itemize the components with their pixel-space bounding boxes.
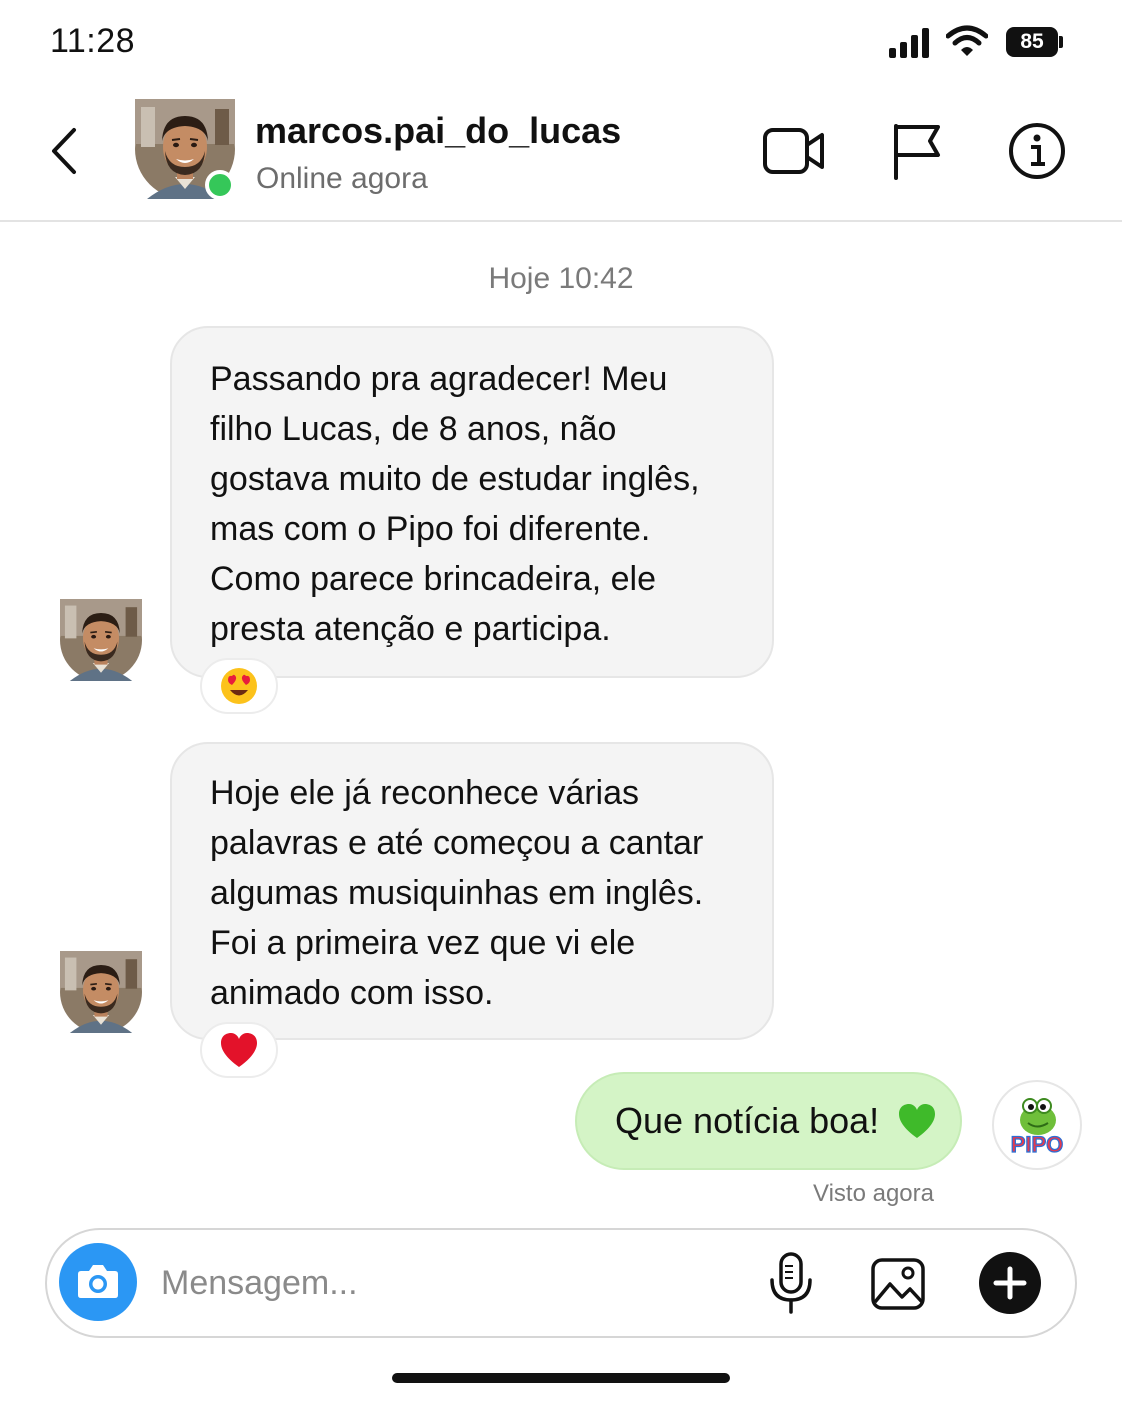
- pipo-logo: PIPO: [1010, 1098, 1064, 1158]
- message-reaction[interactable]: [200, 658, 278, 714]
- video-camera-icon[interactable]: [762, 122, 826, 180]
- online-status-dot: [205, 170, 235, 200]
- plus-icon: [993, 1266, 1027, 1300]
- incoming-message-bubble[interactable]: Passando pra agradecer! Meu filho Lucas,…: [170, 326, 774, 678]
- outgoing-message-bubble[interactable]: Que notícia boa!: [575, 1072, 962, 1170]
- status-bar: 11:28 85: [0, 0, 1122, 86]
- home-indicator[interactable]: [392, 1373, 730, 1383]
- battery-tip: [1059, 36, 1063, 48]
- red-heart-emoji-icon: [221, 1033, 257, 1067]
- info-icon[interactable]: [1006, 122, 1070, 180]
- contact-name[interactable]: marcos.pai_do_lucas: [255, 110, 621, 152]
- microphone-icon[interactable]: [767, 1252, 815, 1314]
- incoming-message-bubble[interactable]: Hoje ele já reconhece várias palavras e …: [170, 742, 774, 1040]
- seen-status: Visto agora: [813, 1180, 934, 1207]
- image-gallery-icon[interactable]: [870, 1257, 926, 1311]
- sender-avatar[interactable]: [60, 599, 142, 681]
- status-time: 11:28: [50, 22, 136, 60]
- battery-icon: 85: [1006, 27, 1058, 57]
- camera-icon: [78, 1265, 118, 1298]
- pipo-avatar[interactable]: PIPO: [992, 1080, 1082, 1170]
- contact-status: Online agora: [256, 162, 428, 195]
- message-text: Hoje ele já reconhece várias palavras e …: [210, 774, 704, 1012]
- time-divider: Hoje 10:42: [488, 262, 634, 295]
- flag-icon[interactable]: [888, 122, 952, 180]
- message-reaction[interactable]: [200, 1022, 278, 1078]
- message-input[interactable]: [161, 1252, 721, 1314]
- wifi-icon: [946, 25, 988, 56]
- green-heart-emoji-icon: [899, 1104, 936, 1138]
- message-composer: [45, 1228, 1077, 1338]
- svg-text:PIPO: PIPO: [1011, 1132, 1064, 1157]
- chat-header: marcos.pai_do_lucas Online agora: [0, 86, 1122, 222]
- message-text: Passando pra agradecer! Meu filho Lucas,…: [210, 360, 700, 648]
- camera-button[interactable]: [59, 1243, 137, 1321]
- heart-eyes-emoji-icon: [221, 668, 257, 704]
- back-chevron-icon[interactable]: [40, 126, 90, 176]
- signal-icon: [889, 28, 933, 58]
- message-text: Que notícia boa!: [615, 1100, 880, 1141]
- plus-button[interactable]: [979, 1252, 1041, 1314]
- sender-avatar[interactable]: [60, 951, 142, 1033]
